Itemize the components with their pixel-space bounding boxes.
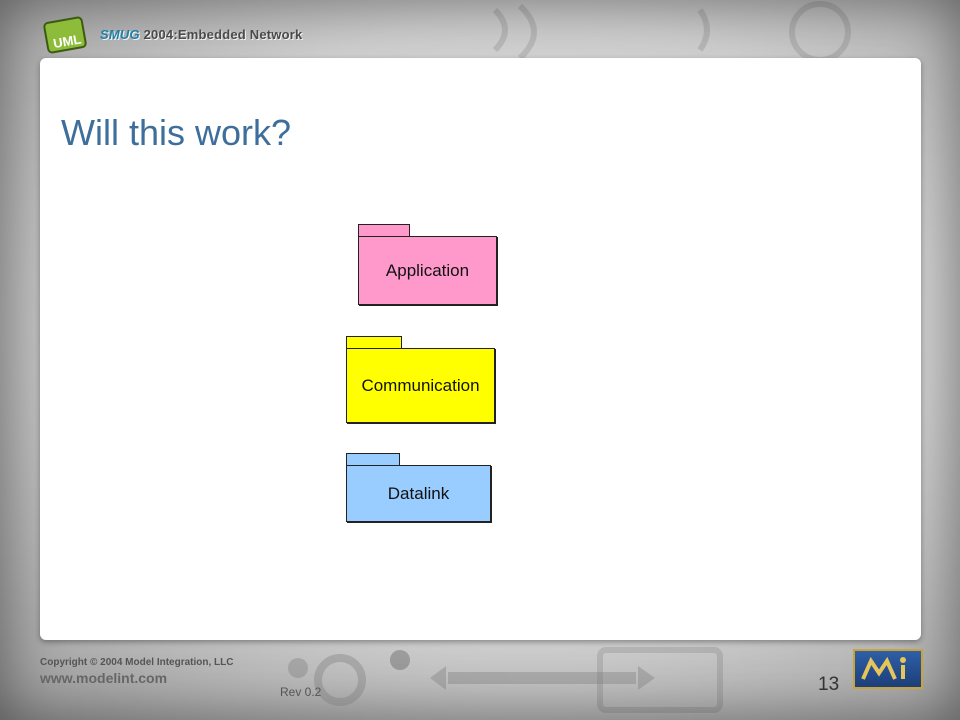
- uml-logo-icon: UML: [43, 16, 87, 54]
- gear-icon: [288, 650, 410, 706]
- mi-logo-mark: [861, 656, 906, 680]
- package-body: Communication: [346, 348, 495, 423]
- revision-label: Rev 0.2: [280, 685, 322, 699]
- package-communication: Communication: [346, 336, 495, 423]
- header-title: SMUG 2004:Embedded Network: [100, 27, 302, 42]
- package-label: Datalink: [387, 483, 450, 503]
- package-body: Application: [358, 236, 497, 305]
- package-application: Application: [358, 224, 497, 305]
- package-datalink: Datalink: [346, 453, 491, 522]
- website-link[interactable]: www.modelint.com: [40, 670, 167, 686]
- package-label: Application: [385, 260, 470, 280]
- copyright-text: Copyright © 2004 Model Integration, LLC: [40, 657, 234, 668]
- mi-logo-icon: [853, 649, 923, 689]
- page-number: 13: [818, 674, 840, 695]
- arrow-icon: [430, 666, 655, 690]
- page-title: Will this work?: [61, 112, 292, 153]
- header-title-text: 2004:Embedded Network: [143, 27, 303, 42]
- package-body: Datalink: [346, 465, 491, 522]
- package-label: Communication: [361, 375, 480, 395]
- header-brand: SMUG: [100, 27, 140, 42]
